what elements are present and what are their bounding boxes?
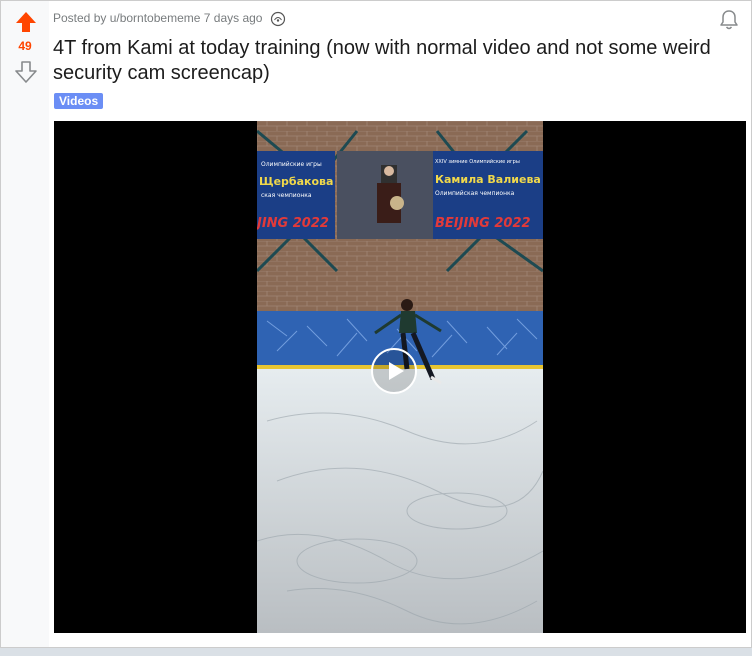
banner-right-event: BEIJING 2022 [435, 216, 531, 231]
banner-right-name: Камила Валиева [435, 173, 541, 186]
banner-right-sub: Олимпийская чемпионка [435, 190, 515, 197]
post-flair[interactable]: Videos [54, 93, 104, 109]
vote-score: 49 [18, 39, 32, 53]
notification-bell-icon[interactable] [719, 9, 739, 31]
downvote-arrow-icon[interactable] [15, 61, 37, 83]
post-card[interactable]: 49 Posted by u/borntobememe 7 days ago 4… [0, 0, 752, 648]
video-player[interactable]: Олимпийские игры Щербакова ская чемпионк… [54, 121, 746, 633]
upvote-arrow-icon[interactable] [15, 11, 37, 33]
banner-left-sub: ская чемпионка [261, 192, 312, 199]
vote-column: 49 [1, 1, 49, 647]
award-coin-icon[interactable] [270, 11, 286, 27]
post-meta: Posted by u/borntobememe 7 days ago [53, 11, 286, 27]
banner-left-line1: Олимпийские игры [261, 161, 322, 168]
post-title[interactable]: 4T from Kami at today training (now with… [53, 36, 743, 86]
banner-right-line1: XXIV зимние Олимпийские игры [435, 158, 520, 165]
banner-left-name: Щербакова [259, 175, 333, 188]
posted-by-text[interactable]: Posted by u/borntobememe 7 days ago [53, 11, 262, 25]
play-icon[interactable] [370, 347, 418, 395]
banner-left-event: JING 2022 [257, 216, 329, 231]
